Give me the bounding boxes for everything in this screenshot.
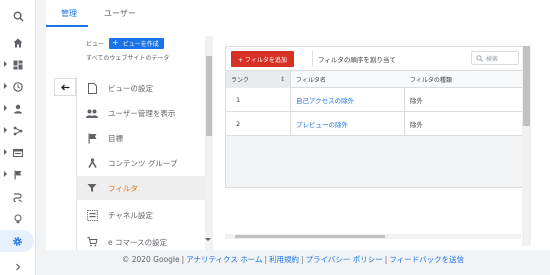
filters-toolbar: + フィルタを追加 フィルタの順序を割り当て 検索 <box>226 47 522 71</box>
create-view-label: ビューを作成 <box>122 40 159 48</box>
horizontal-scroll-thumb[interactable] <box>235 235 385 238</box>
footer-link-terms[interactable]: 利用規約 <box>269 255 299 264</box>
behavior-icon[interactable] <box>0 142 36 164</box>
footer: © 2020 Google | アナリティクス ホーム | 利用規約 | プライバシー ポリ… <box>121 255 465 264</box>
search-input[interactable]: 検索 <box>471 51 519 65</box>
search-placeholder: 検索 <box>486 55 499 63</box>
chevron-right-icon[interactable] <box>0 256 36 275</box>
document-icon <box>86 82 98 94</box>
filters-card: + フィルタを追加 フィルタの順序を割り当て 検索 ランク ↕ フィルタ名 フィ… <box>225 46 523 188</box>
nav-item-ecommerce-settings[interactable]: e コマースの設定 <box>76 230 206 254</box>
active-tab-indicator <box>46 25 88 27</box>
sort-icon: ↕ <box>279 76 285 83</box>
cell-rank: 2 <box>226 112 291 135</box>
nav-item-label: チャネル設定 <box>108 210 153 220</box>
attribution-icon[interactable] <box>0 186 36 208</box>
nav-item-content-grouping[interactable]: コンテンツ グループ <box>76 151 206 175</box>
footer-link-feedback[interactable]: フィードバックを送信 <box>389 255 464 264</box>
channel-icon <box>86 209 98 221</box>
table-row: 1 自己アクセスの除外 除外 <box>226 88 522 112</box>
content-scroll-thumb[interactable] <box>523 46 530 126</box>
nav-item-filters[interactable]: フィルタ <box>76 176 206 200</box>
nav-item-label: e コマースの設定 <box>108 237 168 247</box>
add-filter-button[interactable]: + フィルタを追加 <box>231 51 294 67</box>
view-name[interactable]: すべてのウェブサイトのデータ <box>86 53 169 62</box>
cart-icon <box>86 236 98 248</box>
people-icon <box>86 107 98 119</box>
chevron-down-icon[interactable] <box>205 238 211 241</box>
cell-rank: 1 <box>226 88 291 111</box>
filters-table: ランク ↕ フィルタ名 フィルタの種類 1 自己アクセスの除外 除外 2 プレビ… <box>226 71 522 136</box>
view-label: ビュー <box>86 40 105 48</box>
nav-item-user-management[interactable]: ユーザー管理を表示 <box>76 101 206 125</box>
nav-item-goals[interactable]: 目標 <box>76 126 206 150</box>
lightbulb-icon[interactable] <box>0 208 36 230</box>
nav-item-label: フィルタ <box>108 183 138 193</box>
icon-rail <box>0 0 36 275</box>
nav-item-label: ビューの設定 <box>108 83 153 93</box>
cell-filter-type: 除外 <box>410 120 423 129</box>
footer-link-privacy[interactable]: プライバシー ポリシー <box>306 255 383 264</box>
acquisition-icon[interactable] <box>0 120 36 142</box>
clock-icon[interactable] <box>0 76 36 98</box>
filters-content: + フィルタを追加 フィルタの順序を割り当て 検索 ランク ↕ フィルタ名 フィ… <box>214 28 550 250</box>
footer-link-analytics-home[interactable]: アナリティクス ホーム <box>186 255 262 264</box>
table-row: 2 プレビューの除外 除外 <box>226 112 522 136</box>
nav-item-label: 目標 <box>108 133 123 143</box>
copyright: © 2020 Google <box>121 255 180 264</box>
content-scrollbar[interactable] <box>522 46 531 246</box>
search-icon <box>476 54 483 62</box>
cell-filter-type: 除外 <box>410 96 423 105</box>
flag-icon[interactable] <box>0 164 36 186</box>
column-filter-name[interactable]: フィルタ名 <box>291 71 405 88</box>
column-rank[interactable]: ランク ↕ <box>226 71 291 88</box>
gear-icon[interactable] <box>0 230 34 252</box>
cell-filter-name-link[interactable]: プレビューの除外 <box>291 112 405 135</box>
admin-nav-panel: ビュー + ビューを作成 すべてのウェブサイトのデータ ビューの設定 ユーザー管… <box>46 28 214 250</box>
nav-scrollbar[interactable] <box>205 36 213 250</box>
nav-item-channel-settings[interactable]: チャネル設定 <box>76 203 206 227</box>
arrow-left-icon <box>60 84 69 90</box>
flag-icon <box>86 132 98 144</box>
create-view-button[interactable]: + ビューを作成 <box>109 37 164 49</box>
plus-icon: + <box>112 38 119 47</box>
horizontal-scrollbar[interactable] <box>225 234 521 239</box>
content-group-icon <box>86 157 98 169</box>
column-header-label: ランク <box>231 77 250 84</box>
column-filter-type[interactable]: フィルタの種類 <box>405 71 522 88</box>
search-icon[interactable] <box>0 5 36 27</box>
nav-item-view-settings[interactable]: ビューの設定 <box>76 76 206 100</box>
tab-admin[interactable]: 管理 <box>61 8 77 19</box>
dashboard-icon[interactable] <box>0 54 36 76</box>
nav-scroll-thumb[interactable] <box>206 56 212 136</box>
table-header: ランク ↕ フィルタ名 フィルタの種類 <box>226 71 522 88</box>
tab-user[interactable]: ユーザー <box>104 8 136 19</box>
order-filters-button[interactable]: フィルタの順序を割り当て <box>312 51 401 67</box>
home-icon[interactable] <box>0 32 36 54</box>
nav-item-label: コンテンツ グループ <box>108 158 178 168</box>
view-header: ビュー + ビューを作成 <box>86 37 164 49</box>
person-icon[interactable] <box>0 98 36 120</box>
cell-filter-name-link[interactable]: 自己アクセスの除外 <box>291 88 405 111</box>
back-button[interactable] <box>54 78 76 96</box>
nav-item-label: ユーザー管理を表示 <box>108 108 176 118</box>
filter-icon <box>86 182 98 194</box>
